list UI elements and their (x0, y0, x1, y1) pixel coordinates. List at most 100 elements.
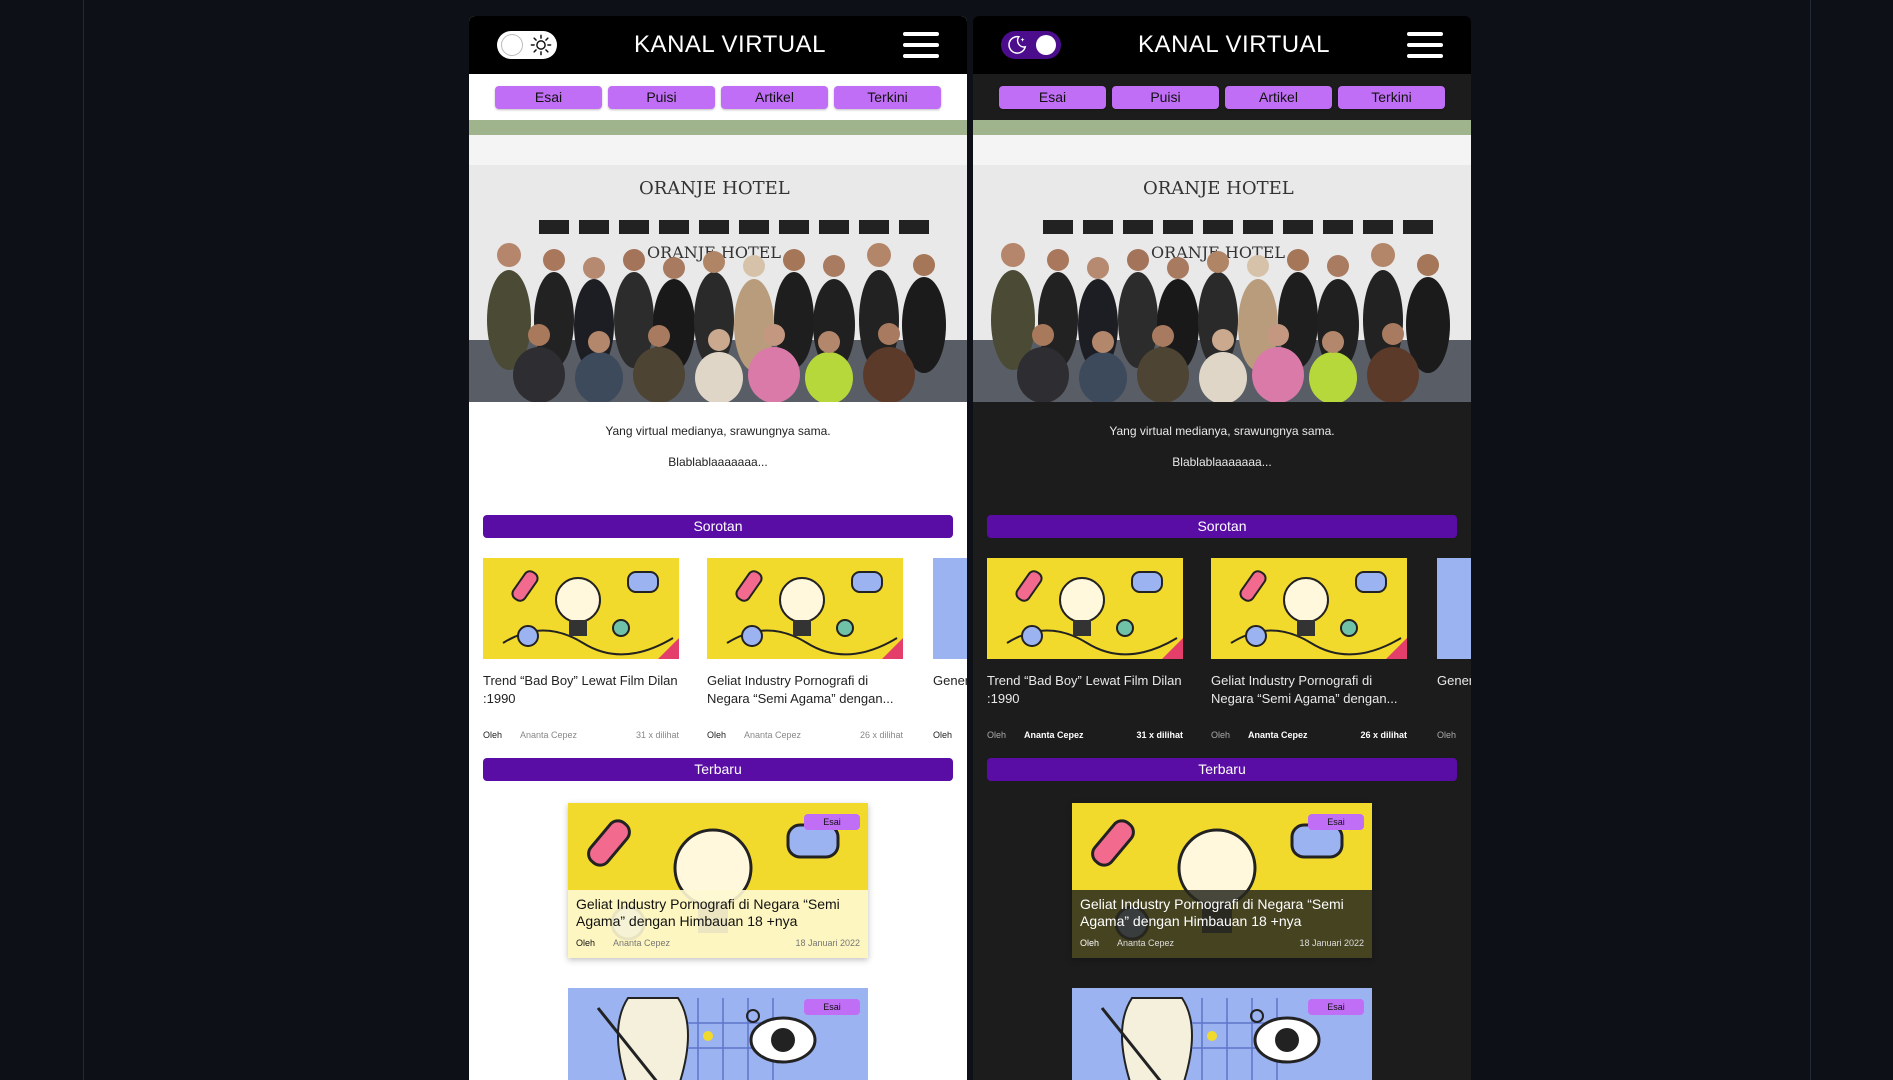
card-meta: Oleh Ananta Cepez 31 x dilihat (987, 730, 1183, 740)
frame-divider-left (83, 0, 84, 1080)
tab-artikel[interactable]: Artikel (721, 85, 828, 109)
card-thumbnail (933, 558, 967, 659)
section-header-terbaru: Terbaru (987, 758, 1457, 781)
latest-post-overlay: Geliat Industry Pornografi di Negara “Se… (568, 890, 868, 958)
people-group (487, 243, 946, 402)
hamburger-menu-icon[interactable] (1407, 32, 1443, 58)
latest-post-title[interactable]: Geliat Industry Pornografi di Negara “Se… (1080, 896, 1364, 930)
card-title[interactable]: Geliat Industry Pornografi di Negara “Se… (707, 672, 903, 708)
latest-post-meta: Oleh Ananta Cepez 18 Januari 2022 (576, 938, 860, 948)
tagline-line-2: Blablablaaaaaaa... (668, 455, 768, 469)
latest-post-date: 18 Januari 2022 (1299, 938, 1364, 948)
phone-dark-mode: KANAL VIRTUAL Esai Puisi Artikel Terkini… (973, 16, 1471, 1080)
section-header-terbaru: Terbaru (483, 758, 953, 781)
latest-post-overlay: Geliat Industry Pornografi di Negara “Se… (1072, 890, 1372, 958)
sun-icon (530, 34, 552, 56)
card-title[interactable]: Trend “Bad Boy” Lewat Film Dilan :1990 (483, 672, 679, 708)
hero-group-photo: ORANJE HOTEL ORANJE HOTEL (973, 120, 1471, 402)
tab-terkini[interactable]: Terkini (1338, 85, 1445, 109)
card-meta: Oleh A (1437, 730, 1471, 740)
hotel-sign-top: ORANJE HOTEL (639, 178, 790, 199)
tab-terkini[interactable]: Terkini (834, 85, 941, 109)
category-badge[interactable]: Esai (1308, 814, 1364, 830)
latest-post-by-label: Oleh (576, 938, 596, 948)
card-thumbnail (987, 558, 1183, 659)
frame-divider-right (1810, 0, 1811, 1080)
card-title[interactable]: Gener Kolab (1437, 672, 1471, 708)
card-views: 31 x dilihat (1136, 730, 1183, 740)
tagline-line-1: Yang virtual medianya, srawungnya sama. (605, 424, 831, 438)
highlight-card-partial[interactable]: Gener Kolab Oleh A (1437, 558, 1471, 740)
card-thumbnail (1437, 558, 1471, 659)
highlight-card[interactable]: Geliat Industry Pornografi di Negara “Se… (707, 558, 903, 740)
card-title[interactable]: Geliat Industry Pornografi di Negara “Se… (1211, 672, 1407, 708)
latest-post-card-2[interactable]: Esai (568, 988, 868, 1080)
tab-esai[interactable]: Esai (495, 85, 602, 109)
hotel-sign-top: ORANJE HOTEL (1143, 178, 1294, 199)
latest-post-author: Ananta Cepez (613, 938, 671, 948)
category-tabs: Esai Puisi Artikel Terkini (469, 74, 967, 120)
hero-group-photo: ORANJE HOTEL ORANJE HOTEL (469, 120, 967, 402)
card-thumbnail (1211, 558, 1407, 659)
tab-puisi[interactable]: Puisi (1112, 85, 1219, 109)
card-views: 26 x dilihat (1360, 730, 1407, 740)
group-photo-image: ORANJE HOTEL ORANJE HOTEL (973, 120, 1471, 402)
tagline: Yang virtual medianya, srawungnya sama. … (469, 424, 967, 469)
highlight-card[interactable]: Geliat Industry Pornografi di Negara “Se… (1211, 558, 1407, 740)
app-title[interactable]: KANAL VIRTUAL (1138, 31, 1330, 59)
card-meta: Oleh Ananta Cepez 26 x dilihat (707, 730, 903, 740)
latest-post-card-2[interactable]: Esai (1072, 988, 1372, 1080)
card-author: Ananta Cepez (1024, 730, 1084, 740)
app-bar: KANAL VIRTUAL (469, 16, 967, 74)
tab-artikel[interactable]: Artikel (1225, 85, 1332, 109)
latest-post-title[interactable]: Geliat Industry Pornografi di Negara “Se… (576, 896, 860, 930)
tab-esai[interactable]: Esai (999, 85, 1106, 109)
latest-post-by-label: Oleh (1080, 938, 1100, 948)
card-by-label: Oleh (483, 730, 503, 740)
people-group (991, 243, 1450, 402)
highlight-carousel[interactable]: Trend “Bad Boy” Lewat Film Dilan :1990 O… (973, 558, 1471, 744)
card-by-label: Oleh (1437, 730, 1457, 740)
tab-puisi[interactable]: Puisi (608, 85, 715, 109)
card-by-label: Oleh (933, 730, 953, 740)
highlight-card[interactable]: Trend “Bad Boy” Lewat Film Dilan :1990 O… (483, 558, 679, 740)
category-badge[interactable]: Esai (1308, 999, 1364, 1015)
card-by-label: Oleh (987, 730, 1007, 740)
category-badge[interactable]: Esai (804, 999, 860, 1015)
hamburger-menu-icon[interactable] (903, 32, 939, 58)
latest-post-card[interactable]: Esai Geliat Industry Pornografi di Negar… (568, 803, 868, 958)
latest-post-date: 18 Januari 2022 (795, 938, 860, 948)
latest-post-meta: Oleh Ananta Cepez 18 Januari 2022 (1080, 938, 1364, 948)
card-meta: Oleh Ananta Cepez 31 x dilihat (483, 730, 679, 740)
theme-toggle[interactable] (1001, 31, 1061, 59)
card-author: Ananta Cepez (1248, 730, 1308, 740)
card-title[interactable]: Gener Kolab (933, 672, 967, 708)
highlight-carousel[interactable]: Trend “Bad Boy” Lewat Film Dilan :1990 O… (469, 558, 967, 744)
card-thumbnail (483, 558, 679, 659)
card-views: 26 x dilihat (859, 730, 903, 740)
tagline-line-2: Blablablaaaaaaa... (1172, 455, 1272, 469)
moon-icon (1008, 35, 1027, 54)
card-meta: Oleh Ananta Cepez 26 x dilihat (1211, 730, 1407, 740)
card-views: 31 x dilihat (635, 730, 679, 740)
phone-light-mode: KANAL VIRTUAL Esai Puisi Artikel Terkini… (469, 16, 967, 1080)
toggle-knob (1036, 35, 1056, 55)
app-title[interactable]: KANAL VIRTUAL (634, 31, 826, 59)
latest-post-card[interactable]: Esai Geliat Industry Pornografi di Negar… (1072, 803, 1372, 958)
tagline: Yang virtual medianya, srawungnya sama. … (973, 424, 1471, 469)
card-by-label: Oleh (707, 730, 727, 740)
category-badge[interactable]: Esai (804, 814, 860, 830)
highlight-card[interactable]: Trend “Bad Boy” Lewat Film Dilan :1990 O… (987, 558, 1183, 740)
theme-toggle[interactable] (497, 31, 557, 59)
card-title[interactable]: Trend “Bad Boy” Lewat Film Dilan :1990 (987, 672, 1183, 708)
group-photo-image: ORANJE HOTEL ORANJE HOTEL (469, 120, 967, 402)
toggle-knob (502, 35, 522, 55)
highlight-card-partial[interactable]: Gener Kolab Oleh A (933, 558, 967, 740)
tagline-line-1: Yang virtual medianya, srawungnya sama. (1109, 424, 1335, 438)
card-author: Ananta Cepez (744, 730, 802, 740)
section-header-sorotan: Sorotan (483, 515, 953, 538)
card-thumbnail (707, 558, 903, 659)
card-author: Ananta Cepez (520, 730, 578, 740)
category-tabs: Esai Puisi Artikel Terkini (973, 74, 1471, 120)
section-header-sorotan: Sorotan (987, 515, 1457, 538)
